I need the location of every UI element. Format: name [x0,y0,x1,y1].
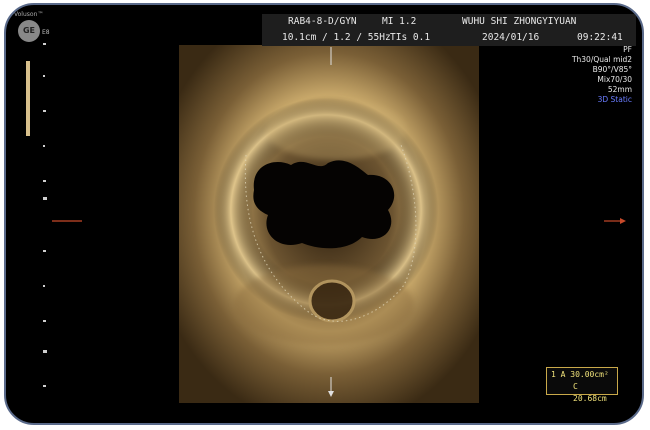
param-threshold: Th30/Qual mid2 [571,55,632,64]
ultrasound-screen: Voluson™ GE E8 RAB4-8-D/GYN MI 1.2 WUHU … [4,3,644,425]
measurement-area: 1 A 30.00cm² [551,370,609,379]
param-angles: B90°/V85° [592,65,632,74]
measurement-box: 1 A 30.00cm² C 20.68cm [546,367,618,403]
exam-time: 09:22:41 [577,32,623,43]
param-mode: 3D Static [597,95,632,104]
institution-name: WUHU SHI ZHONGYIYUAN [462,16,577,27]
depth-scale [43,43,47,387]
gestational-sac [308,279,356,323]
param-pf: PF [623,45,632,54]
depth-frequency: 10.1cm / 1.2 / 55Hz [282,32,391,43]
header-bar: RAB4-8-D/GYN MI 1.2 WUHU SHI ZHONGYIYUAN… [262,14,636,46]
param-mix: Mix70/30 [597,75,632,84]
imaging-parameters: PF Th30/Qual mid2 B90°/V85° Mix70/30 52m… [572,45,632,105]
ultrasound-image [26,43,626,403]
mi-value: MI 1.2 [382,16,417,27]
tis-value: TIs 0.1 [390,32,431,43]
param-size: 52mm [607,85,632,94]
measurement-circumference: C 20.68cm [573,382,607,403]
probe-preset: RAB4-8-D/GYN [288,16,357,27]
grayscale-bar [26,61,30,136]
ge-logo-badge: GE [18,20,40,42]
ge-logo: Voluson™ GE E8 [14,11,50,44]
exam-date: 2024/01/16 [482,32,540,43]
